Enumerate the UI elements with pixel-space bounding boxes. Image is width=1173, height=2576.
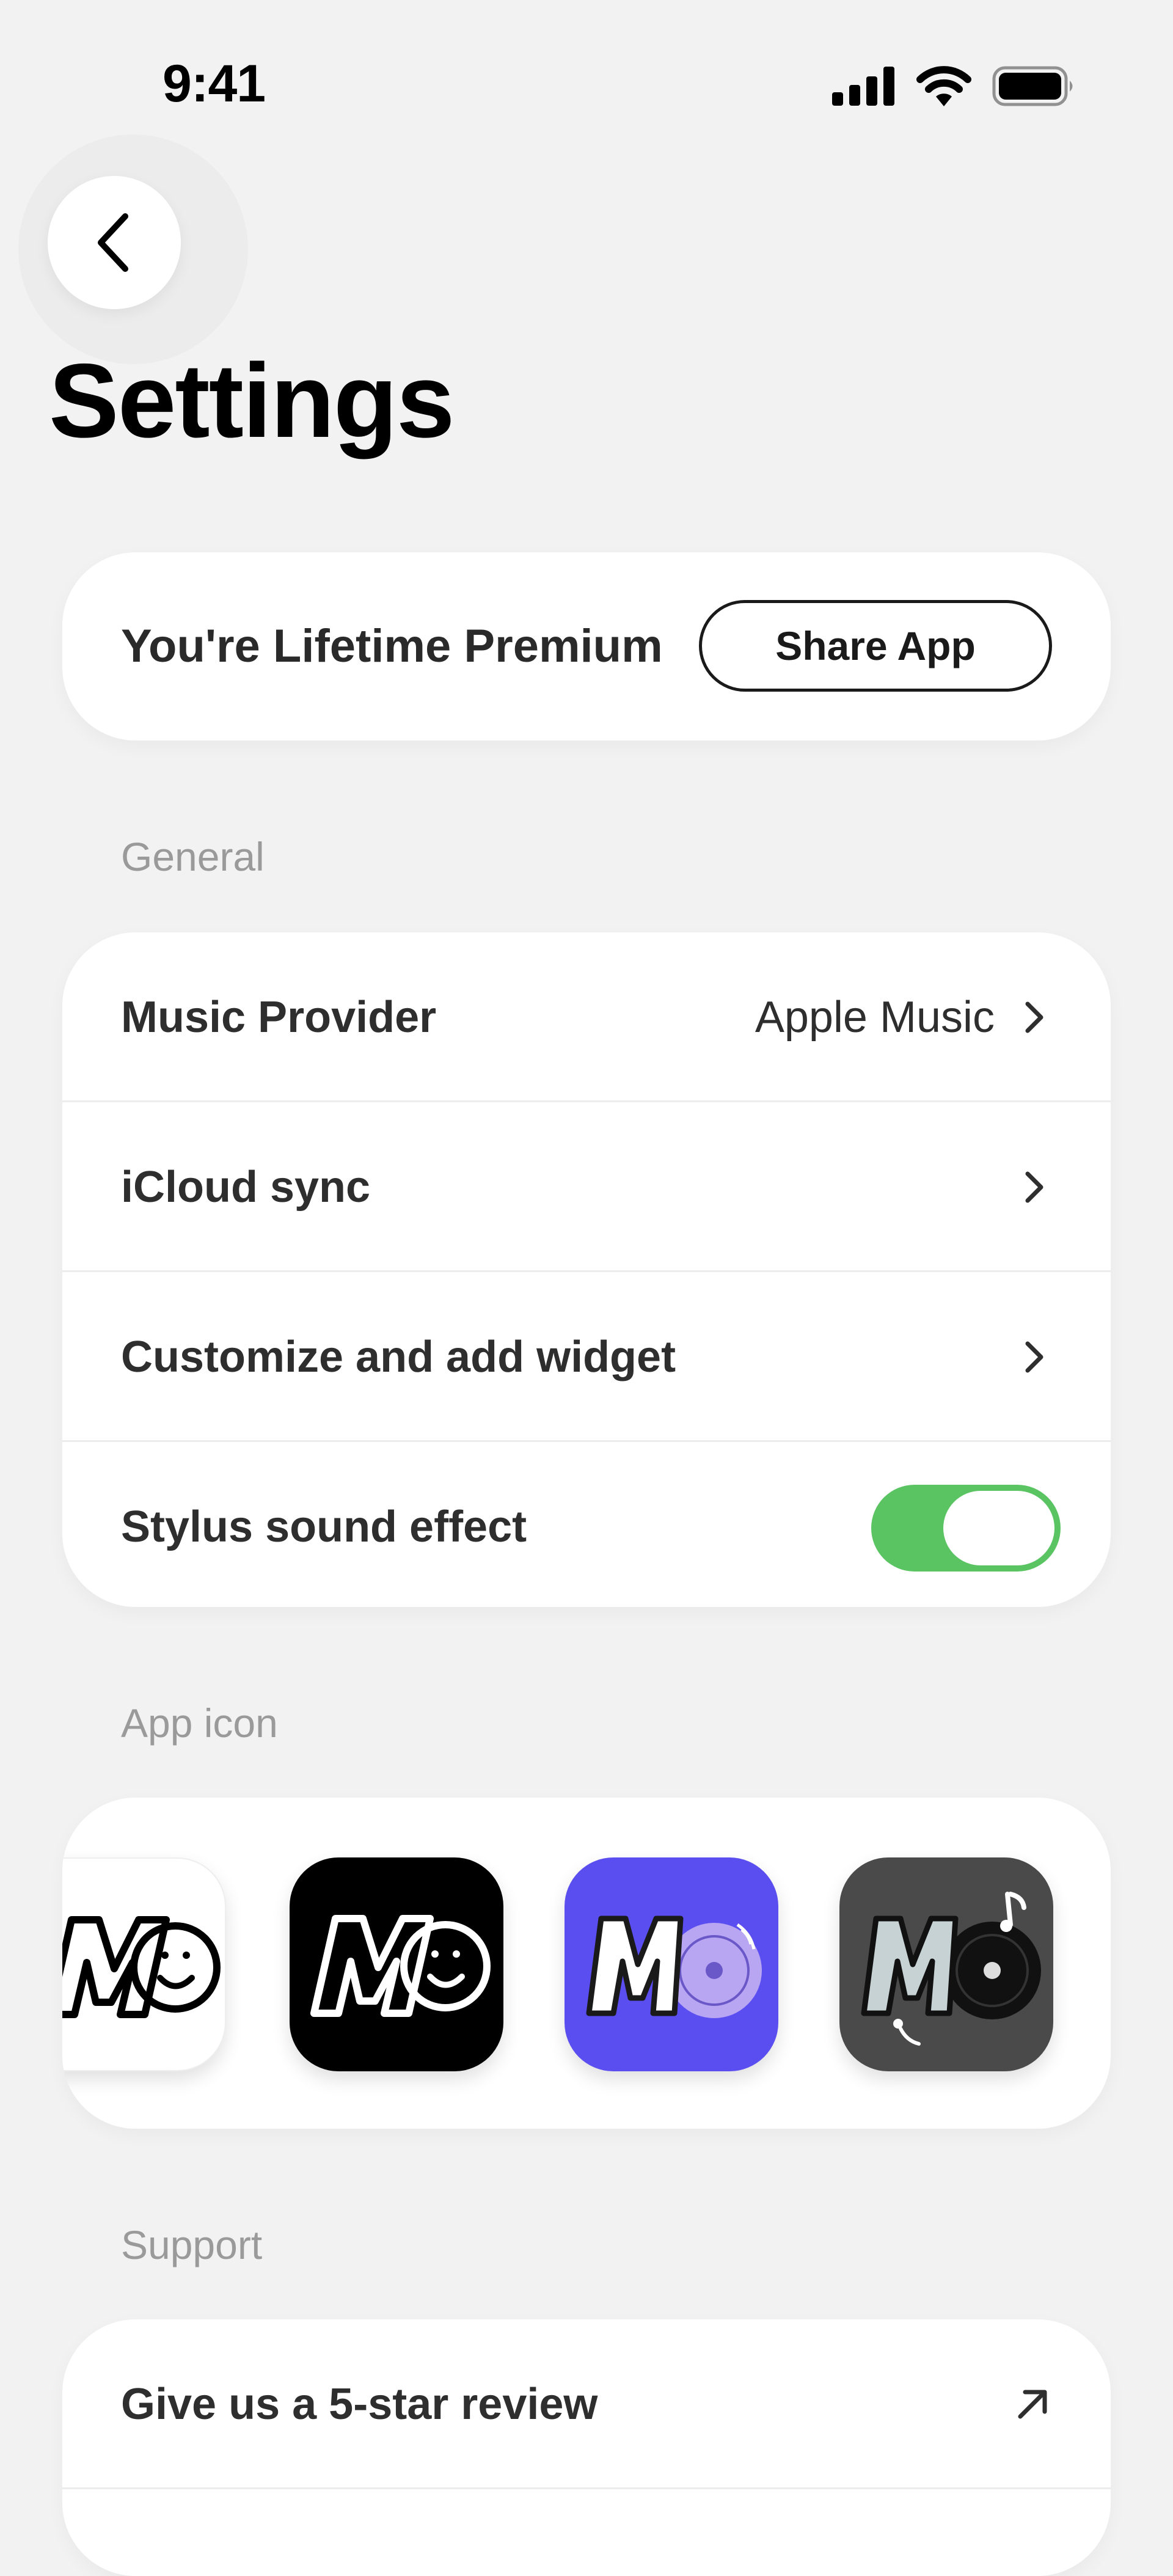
premium-card: You're Lifetime Premium Share App [62, 552, 1111, 741]
md-logo-icon [62, 1916, 221, 2018]
chevron-right-icon [1025, 1171, 1043, 1203]
row-label: Music Provider [121, 993, 437, 1042]
chevron-left-icon [98, 213, 128, 272]
row-label: Stylus sound effect [121, 1502, 527, 1551]
general-settings-card: Music Provider Apple Music iCloud sync C… [62, 932, 1111, 1607]
app-icon-option-white[interactable] [62, 1857, 226, 2071]
md-record-logo-icon [861, 1892, 1041, 2046]
row-label: Customize and add widget [121, 1333, 676, 1381]
section-label-support: Support [121, 2222, 263, 2267]
icloud-sync-row[interactable]: iCloud sync [62, 1102, 1111, 1272]
section-label-app-icon: App icon [121, 1700, 278, 1746]
support-row-next[interactable] [62, 2489, 1111, 2576]
app-icon-option-gray[interactable] [839, 1857, 1053, 2071]
section-label-general: General [121, 834, 265, 879]
arrow-up-right-icon [1018, 2390, 1047, 2419]
app-icon-option-black[interactable] [290, 1857, 503, 2071]
stylus-sound-toggle[interactable] [871, 1485, 1061, 1572]
back-button[interactable] [48, 176, 181, 309]
music-provider-value: Apple Music [755, 993, 995, 1042]
customize-widget-row[interactable]: Customize and add widget [62, 1272, 1111, 1442]
chevron-right-icon [1025, 1001, 1043, 1033]
battery-icon [992, 66, 1073, 106]
stylus-sound-row: Stylus sound effect [62, 1442, 1111, 1607]
music-provider-row[interactable]: Music Provider Apple Music [62, 932, 1111, 1102]
support-card: Give us a 5-star review [62, 2319, 1111, 2576]
status-icons [832, 66, 1075, 106]
premium-status-text: You're Lifetime Premium [121, 620, 663, 672]
toggle-knob [943, 1491, 1054, 1565]
wifi-icon [916, 66, 971, 106]
page-title: Settings [49, 342, 455, 459]
row-label: iCloud sync [121, 1163, 371, 1212]
md-vinyl-logo-icon [586, 1916, 762, 2018]
status-time: 9:41 [163, 54, 266, 113]
share-app-button[interactable]: Share App [699, 600, 1052, 692]
status-bar: 9:41 [0, 0, 1173, 159]
five-star-review-row[interactable]: Give us a 5-star review [62, 2319, 1111, 2489]
app-icon-card [62, 1798, 1111, 2129]
row-label: Give us a 5-star review [121, 2380, 598, 2429]
app-icon-option-purple[interactable] [565, 1857, 778, 2071]
md-logo-icon [310, 1915, 491, 2017]
cellular-signal-icon [832, 67, 894, 106]
chevron-right-icon [1025, 1341, 1043, 1373]
